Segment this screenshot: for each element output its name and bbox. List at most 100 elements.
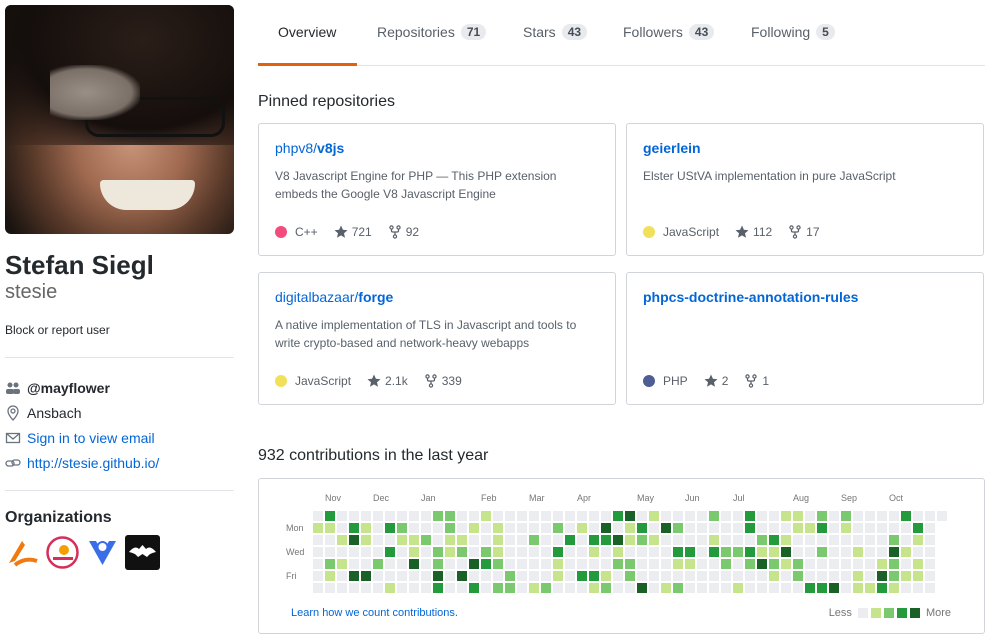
contribution-day[interactable] — [337, 547, 347, 557]
contribution-day[interactable] — [745, 523, 755, 533]
contribution-day[interactable] — [757, 559, 767, 569]
contribution-day[interactable] — [877, 511, 887, 521]
contribution-day[interactable] — [817, 583, 827, 593]
contribution-day[interactable] — [661, 583, 671, 593]
contribution-day[interactable] — [721, 559, 731, 569]
contribution-day[interactable] — [517, 571, 527, 581]
contribution-day[interactable] — [493, 547, 503, 557]
contribution-day[interactable] — [409, 583, 419, 593]
contribution-day[interactable] — [469, 559, 479, 569]
contribution-day[interactable] — [853, 547, 863, 557]
contribution-day[interactable] — [361, 547, 371, 557]
contribution-day[interactable] — [829, 523, 839, 533]
contribution-day[interactable] — [553, 511, 563, 521]
contribution-day[interactable] — [745, 571, 755, 581]
repo-link[interactable]: phpcs-doctrine-annotation-rules — [643, 289, 967, 305]
contribution-day[interactable] — [721, 511, 731, 521]
repo-stars[interactable]: 721 — [334, 225, 372, 239]
contribution-day[interactable] — [829, 511, 839, 521]
contribution-day[interactable] — [613, 535, 623, 545]
contribution-day[interactable] — [805, 571, 815, 581]
contribution-day[interactable] — [841, 583, 851, 593]
contribution-day[interactable] — [781, 547, 791, 557]
contribution-day[interactable] — [325, 583, 335, 593]
contribution-day[interactable] — [757, 523, 767, 533]
contribution-day[interactable] — [397, 571, 407, 581]
contribution-day[interactable] — [889, 583, 899, 593]
contribution-day[interactable] — [841, 559, 851, 569]
contribution-day[interactable] — [733, 559, 743, 569]
contribution-day[interactable] — [565, 547, 575, 557]
contribution-day[interactable] — [373, 523, 383, 533]
contribution-day[interactable] — [841, 547, 851, 557]
contribution-day[interactable] — [385, 547, 395, 557]
contribution-day[interactable] — [889, 523, 899, 533]
contribution-day[interactable] — [865, 511, 875, 521]
contribution-day[interactable] — [553, 583, 563, 593]
contribution-day[interactable] — [889, 571, 899, 581]
contribution-day[interactable] — [541, 535, 551, 545]
contribution-day[interactable] — [901, 547, 911, 557]
contribution-day[interactable] — [709, 535, 719, 545]
contribution-day[interactable] — [889, 547, 899, 557]
contribution-day[interactable] — [577, 559, 587, 569]
contribution-day[interactable] — [769, 523, 779, 533]
contribution-day[interactable] — [637, 571, 647, 581]
contribution-day[interactable] — [601, 547, 611, 557]
contribution-day[interactable] — [421, 547, 431, 557]
repo-stars[interactable]: 2 — [704, 374, 728, 388]
contribution-day[interactable] — [397, 535, 407, 545]
contribution-day[interactable] — [709, 523, 719, 533]
contribution-day[interactable] — [733, 535, 743, 545]
contribution-day[interactable] — [733, 547, 743, 557]
contribution-day[interactable] — [445, 535, 455, 545]
contribution-day[interactable] — [313, 559, 323, 569]
contribution-day[interactable] — [505, 559, 515, 569]
contribution-day[interactable] — [697, 583, 707, 593]
contribution-day[interactable] — [889, 559, 899, 569]
contribution-day[interactable] — [565, 511, 575, 521]
contribution-day[interactable] — [337, 559, 347, 569]
contribution-day[interactable] — [385, 511, 395, 521]
contribution-day[interactable] — [589, 535, 599, 545]
contribution-day[interactable] — [745, 583, 755, 593]
contribution-day[interactable] — [925, 547, 935, 557]
contribution-day[interactable] — [361, 583, 371, 593]
contribution-day[interactable] — [565, 535, 575, 545]
contribution-day[interactable] — [625, 559, 635, 569]
contribution-day[interactable] — [565, 559, 575, 569]
contribution-day[interactable] — [733, 523, 743, 533]
contribution-day[interactable] — [805, 511, 815, 521]
contribution-day[interactable] — [445, 511, 455, 521]
contribution-day[interactable] — [913, 511, 923, 521]
contribution-day[interactable] — [433, 523, 443, 533]
contribution-day[interactable] — [421, 511, 431, 521]
contribution-day[interactable] — [829, 559, 839, 569]
contribution-day[interactable] — [685, 571, 695, 581]
contribution-day[interactable] — [853, 535, 863, 545]
contribution-day[interactable] — [793, 547, 803, 557]
org-avatar-freifunk[interactable] — [45, 535, 80, 570]
contribution-day[interactable] — [793, 559, 803, 569]
contribution-day[interactable] — [589, 559, 599, 569]
repo-forks[interactable]: 92 — [388, 225, 419, 239]
tab-overview[interactable]: Overview — [278, 24, 336, 40]
contribution-day[interactable] — [697, 559, 707, 569]
contribution-day[interactable] — [505, 571, 515, 581]
contribution-day[interactable] — [781, 559, 791, 569]
contribution-day[interactable] — [601, 571, 611, 581]
contribution-day[interactable] — [349, 511, 359, 521]
tab-following[interactable]: Following 5 — [751, 24, 835, 40]
contribution-day[interactable] — [577, 511, 587, 521]
contribution-day[interactable] — [517, 583, 527, 593]
contribution-day[interactable] — [361, 511, 371, 521]
contribution-day[interactable] — [577, 583, 587, 593]
contribution-day[interactable] — [877, 571, 887, 581]
contribution-day[interactable] — [925, 559, 935, 569]
contribution-day[interactable] — [505, 523, 515, 533]
contribution-day[interactable] — [409, 523, 419, 533]
contribution-day[interactable] — [877, 547, 887, 557]
contribution-day[interactable] — [613, 511, 623, 521]
tab-repositories[interactable]: Repositories 71 — [377, 24, 487, 40]
contribution-day[interactable] — [577, 535, 587, 545]
